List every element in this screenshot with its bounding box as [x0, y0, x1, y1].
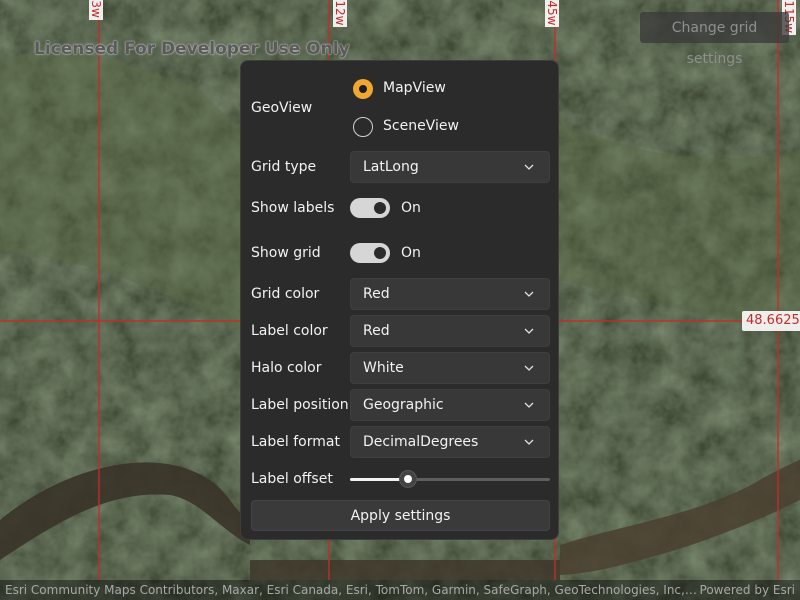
show-labels-state: On — [401, 200, 421, 216]
label-color-dropdown[interactable]: Red — [350, 315, 550, 347]
grid-settings-panel: GeoView MapView SceneView Grid type LatL… — [240, 60, 559, 540]
label-color-value: Red — [363, 323, 390, 339]
toggle-knob — [374, 202, 386, 214]
slider-thumb[interactable] — [399, 470, 417, 488]
attribution-sources: Esri Community Maps Contributors, Maxar,… — [5, 583, 700, 597]
label-format-value: DecimalDegrees — [363, 434, 479, 450]
license-watermark: Licensed For Developer Use Only — [34, 39, 350, 59]
halo-color-value: White — [363, 360, 404, 376]
halo-color-label: Halo color — [251, 360, 322, 376]
change-grid-settings-button[interactable]: Change grid settings — [640, 12, 789, 67]
chevron-down-icon — [524, 328, 534, 334]
halo-color-dropdown[interactable]: White — [350, 352, 550, 384]
label-position-label: Label position — [251, 397, 349, 413]
show-grid-label: Show grid — [251, 245, 321, 261]
chevron-down-icon — [524, 164, 534, 170]
radio-mapview-label: MapView — [383, 80, 446, 96]
grid-color-value: Red — [363, 286, 390, 302]
toggle-knob — [374, 247, 386, 259]
show-grid-state: On — [401, 245, 421, 261]
label-offset-label: Label offset — [251, 471, 333, 487]
grid-type-value: LatLong — [363, 159, 419, 175]
label-offset-slider[interactable] — [350, 469, 550, 489]
apply-settings-button[interactable]: Apply settings — [251, 500, 550, 531]
grid-latitude-label: 48.6625 — [742, 311, 800, 331]
grid-type-label: Grid type — [251, 159, 317, 175]
geoview-label: GeoView — [251, 100, 313, 116]
show-labels-label: Show labels — [251, 200, 335, 216]
powered-by-esri[interactable]: Powered by Esri — [700, 580, 795, 600]
label-position-value: Geographic — [363, 397, 444, 413]
radio-sceneview-label: SceneView — [383, 118, 459, 134]
chevron-down-icon — [524, 291, 534, 297]
chevron-down-icon — [524, 365, 534, 371]
label-format-dropdown[interactable]: DecimalDegrees — [350, 426, 550, 458]
label-position-dropdown[interactable]: Geographic — [350, 389, 550, 421]
grid-longitude-label: -12w — [333, 0, 347, 28]
grid-type-dropdown[interactable]: LatLong — [350, 151, 550, 183]
grid-longitude-label: -45w — [545, 0, 559, 28]
grid-color-label: Grid color — [251, 286, 320, 302]
radio-selected-icon — [353, 79, 373, 99]
radio-unselected-icon — [353, 117, 373, 137]
chevron-down-icon — [524, 402, 534, 408]
attribution-bar: Esri Community Maps Contributors, Maxar,… — [0, 580, 800, 600]
grid-color-dropdown[interactable]: Red — [350, 278, 550, 310]
label-color-label: Label color — [251, 323, 328, 339]
chevron-down-icon — [524, 439, 534, 445]
label-format-label: Label format — [251, 434, 340, 450]
grid-longitude-label: -3w — [89, 0, 103, 20]
